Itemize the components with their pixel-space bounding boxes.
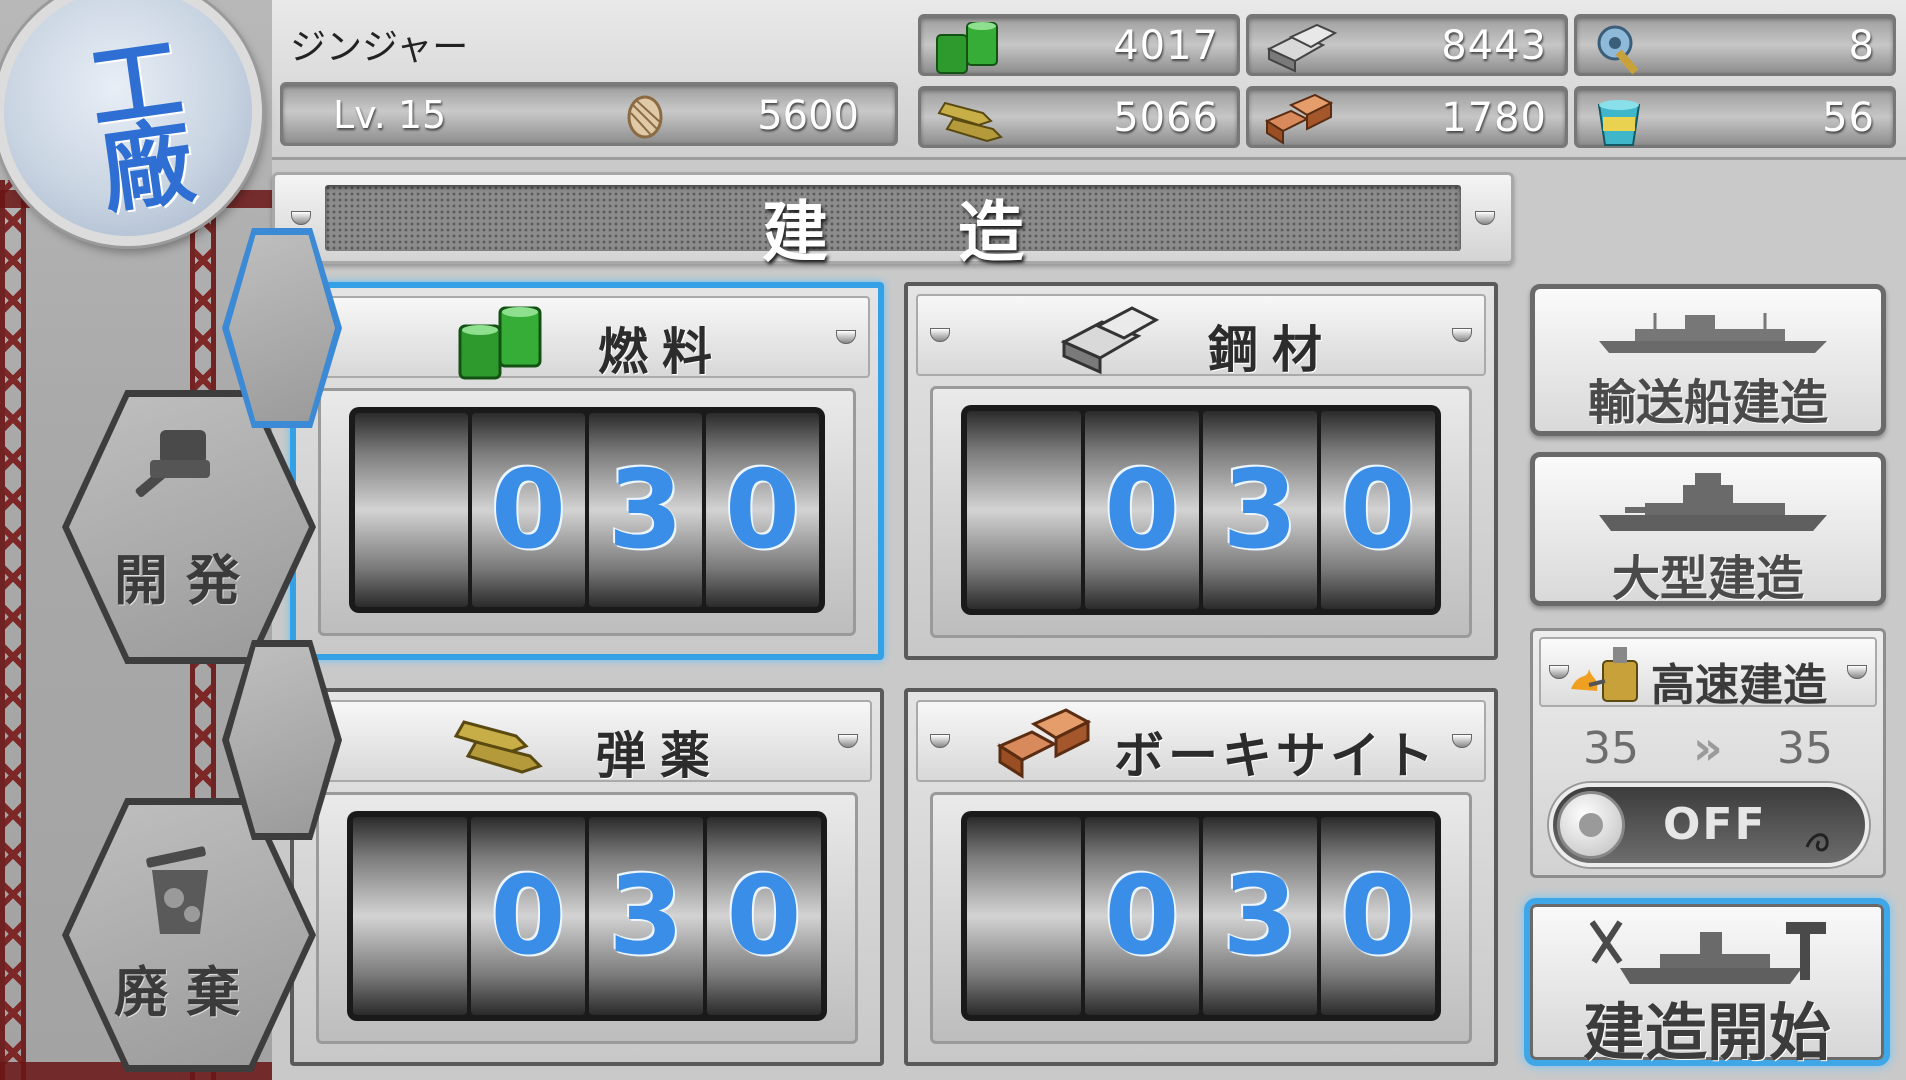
build-tools-ship-icon xyxy=(1590,920,1826,984)
bauxite-blocks-icon xyxy=(996,708,1092,779)
counter-digit[interactable]: 0 xyxy=(706,413,819,607)
admiral-level: Lv. 15 xyxy=(333,93,447,137)
counter-digit[interactable] xyxy=(967,817,1081,1015)
transport-ship-icon xyxy=(1599,313,1827,353)
bauxite-panel[interactable]: ボーキサイト 0 3 0 xyxy=(904,688,1498,1066)
scrap-bin-icon xyxy=(146,846,208,934)
counter-digit[interactable] xyxy=(967,411,1081,609)
fast-build-panel: 高速建造 35 » 35 OFF xyxy=(1530,628,1886,878)
fast-build-arrow: » xyxy=(1693,721,1723,775)
bauxite-counter[interactable]: 0 3 0 xyxy=(961,811,1441,1021)
counter-digit[interactable]: 3 xyxy=(1203,411,1317,609)
level-bar: Lv. 15 5600 xyxy=(280,82,898,146)
dev-material-value: 8 xyxy=(1848,23,1875,69)
repair-bucket-icon xyxy=(1597,100,1641,146)
fast-build-current: 35 xyxy=(1583,723,1639,774)
emblem-label: 工廠 xyxy=(67,28,198,211)
counter-digit[interactable] xyxy=(353,817,467,1015)
ammo-resource: 5066 xyxy=(918,86,1240,148)
fuel-counter[interactable]: 0 3 0 xyxy=(349,407,825,613)
counter-digit[interactable]: 0 xyxy=(1321,411,1435,609)
flick-hint-icon xyxy=(1805,833,1829,852)
fast-build-toggle[interactable]: OFF xyxy=(1549,783,1869,867)
build-start-label: 建造開始 xyxy=(1582,996,1831,1069)
fuel-panel[interactable]: 燃料 0 3 0 xyxy=(290,282,884,660)
ammo-shells-icon xyxy=(453,720,543,774)
counter-digit[interactable]: 3 xyxy=(589,413,702,607)
steel-counter[interactable]: 0 3 0 xyxy=(961,405,1441,615)
bauxite-blocks-icon xyxy=(1264,93,1334,145)
counter-digit[interactable]: 0 xyxy=(1085,411,1199,609)
coin-count: 5600 xyxy=(757,93,859,139)
ammo-counter[interactable]: 0 3 0 xyxy=(347,811,827,1021)
counter-digit[interactable] xyxy=(355,413,468,607)
steel-value: 8443 xyxy=(1441,23,1547,69)
develop-label: 開発 xyxy=(114,549,258,612)
build-start-button[interactable]: 建造開始 xyxy=(1524,898,1890,1069)
bauxite-label: ボーキサイト xyxy=(1114,727,1438,785)
ammo-label: 弾薬 xyxy=(596,727,724,785)
fast-build-label: 高速建造 xyxy=(1651,660,1827,711)
transport-build-label: 輸送船建造 xyxy=(1587,375,1828,431)
large-build-label: 大型建造 xyxy=(1611,551,1804,607)
repair-bucket-value: 56 xyxy=(1822,95,1875,141)
furniture-coin-icon xyxy=(627,95,663,139)
battleship-icon xyxy=(1599,473,1827,531)
dev-material-resource: 8 xyxy=(1574,14,1896,76)
counter-digit[interactable]: 3 xyxy=(1203,817,1317,1015)
steel-ingots-icon xyxy=(1266,23,1338,73)
fuel-drums-icon xyxy=(458,306,542,380)
gun-turret-icon xyxy=(135,430,210,498)
fuel-drums-icon xyxy=(936,22,998,74)
bauxite-resource: 1780 xyxy=(1246,86,1568,148)
repair-bucket-resource: 56 xyxy=(1574,86,1896,148)
counter-digit[interactable]: 0 xyxy=(471,817,585,1015)
counter-digit[interactable]: 0 xyxy=(472,413,585,607)
counter-digit[interactable]: 0 xyxy=(707,817,821,1015)
fuel-resource: 4017 xyxy=(918,14,1240,76)
ammo-value: 5066 xyxy=(1113,95,1219,141)
toggle-state: OFF xyxy=(1663,799,1767,850)
fast-build-after: 35 xyxy=(1777,723,1833,774)
steel-resource: 8443 xyxy=(1246,14,1568,76)
burner-icon xyxy=(1571,647,1638,702)
scrap-label: 廃棄 xyxy=(114,961,258,1024)
counter-digit[interactable]: 3 xyxy=(589,817,703,1015)
steel-panel[interactable]: 鋼材 0 3 0 xyxy=(904,282,1498,660)
toggle-knob[interactable] xyxy=(1557,791,1625,859)
dev-material-icon xyxy=(1597,25,1639,75)
ammo-panel[interactable]: 弾薬 0 3 0 xyxy=(290,688,884,1066)
bauxite-value: 1780 xyxy=(1441,95,1547,141)
admiral-name: ジンジャー xyxy=(290,27,469,68)
fuel-value: 4017 xyxy=(1113,23,1219,69)
page-title: 建造 xyxy=(762,194,1154,271)
title-bar: 建造 xyxy=(272,172,1514,271)
counter-digit[interactable]: 0 xyxy=(1085,817,1199,1015)
steel-ingots-icon xyxy=(1060,306,1160,375)
fuel-label: 燃料 xyxy=(598,323,726,381)
transport-build-button[interactable]: 輸送船建造 xyxy=(1530,284,1886,436)
ammo-shells-icon xyxy=(937,101,1003,143)
counter-digit[interactable]: 0 xyxy=(1321,817,1435,1015)
girder xyxy=(0,180,26,1080)
steel-label: 鋼材 xyxy=(1208,321,1336,379)
large-build-button[interactable]: 大型建造 xyxy=(1530,452,1886,607)
